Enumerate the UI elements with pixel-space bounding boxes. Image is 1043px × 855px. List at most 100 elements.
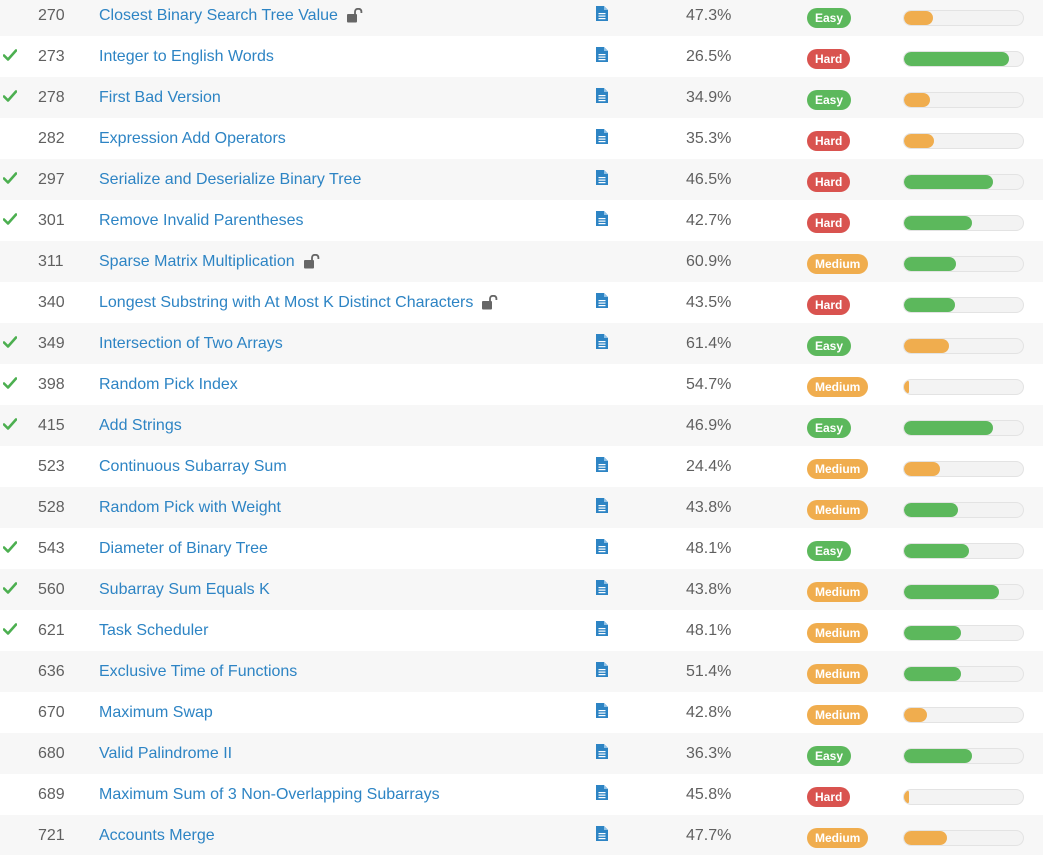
acceptance-rate: 47.7% [686,826,732,844]
document-icon[interactable] [595,784,609,806]
title-cell: First Bad Version [99,77,579,118]
title-cell: Accounts Merge [99,815,579,855]
problem-id: 636 [38,662,65,680]
frequency-bar [903,174,1024,190]
difficulty-badge: Hard [807,172,851,192]
status-cell [0,241,20,282]
frequency-bar-fill [904,257,957,271]
acceptance-rate: 35.3% [686,129,732,147]
acceptance-rate: 48.1% [686,621,732,639]
problem-row-297: 297 Serialize and Deserialize Binary Tre… [0,159,1043,200]
document-icon[interactable] [595,46,609,68]
difficulty-cell: Medium [807,651,877,692]
solution-cell [593,446,611,487]
frequency-bar [903,420,1024,436]
problem-title-link[interactable]: Sparse Matrix Multiplication [99,253,295,271]
problem-title-link[interactable]: Diameter of Binary Tree [99,540,268,558]
solution-cell [593,159,611,200]
check-icon [2,622,18,640]
document-icon[interactable] [595,579,609,601]
acceptance-rate: 34.9% [686,88,732,106]
document-icon[interactable] [595,661,609,683]
frequency-bar [903,830,1024,846]
problem-title-link[interactable]: Accounts Merge [99,827,215,845]
problem-title-link[interactable]: Random Pick Index [99,376,238,394]
title-cell: Integer to English Words [99,36,579,77]
frequency-cell [903,733,1024,774]
problem-title-link[interactable]: Add Strings [99,417,182,435]
document-icon[interactable] [595,825,609,847]
document-icon[interactable] [595,5,609,27]
acceptance-rate: 60.9% [686,252,732,270]
title-cell: Serialize and Deserialize Binary Tree [99,159,579,200]
title-cell: Maximum Sum of 3 Non-Overlapping Subarra… [99,774,579,815]
problem-title-link[interactable]: Integer to English Words [99,48,274,66]
frequency-bar-fill [904,175,994,189]
problem-title-link[interactable]: Random Pick with Weight [99,499,281,517]
problem-id: 680 [38,744,65,762]
problem-title-link[interactable]: Subarray Sum Equals K [99,581,270,599]
solution-cell [593,36,611,77]
document-icon[interactable] [595,620,609,642]
document-icon[interactable] [595,292,609,314]
document-icon[interactable] [595,128,609,150]
difficulty-badge: Medium [807,377,869,397]
solution-cell [593,200,611,241]
check-icon [2,171,18,189]
problem-title-link[interactable]: First Bad Version [99,89,221,107]
solution-cell [593,815,611,855]
document-icon[interactable] [595,210,609,232]
frequency-bar [903,51,1024,67]
frequency-bar [903,92,1024,108]
document-icon[interactable] [595,333,609,355]
difficulty-cell: Easy [807,77,877,118]
problem-id: 528 [38,498,65,516]
status-cell [0,651,20,692]
document-icon[interactable] [595,743,609,765]
problem-title-link[interactable]: Valid Palindrome II [99,745,232,763]
frequency-bar-fill [904,52,1009,66]
problem-title-link[interactable]: Intersection of Two Arrays [99,335,283,353]
acceptance-rate: 26.5% [686,47,732,65]
acceptance-rate: 46.5% [686,170,732,188]
problem-id: 282 [38,129,65,147]
acceptance-rate: 43.8% [686,580,732,598]
frequency-bar [903,789,1024,805]
difficulty-badge: Easy [807,336,852,356]
difficulty-cell: Medium [807,487,877,528]
problem-title-link[interactable]: Continuous Subarray Sum [99,458,287,476]
document-icon[interactable] [595,169,609,191]
problem-title-link[interactable]: Longest Substring with At Most K Distinc… [99,294,473,312]
frequency-bar-fill [904,380,909,394]
check-icon [2,335,18,353]
status-cell [0,200,20,241]
problem-id: 523 [38,457,65,475]
acceptance-rate: 24.4% [686,457,732,475]
document-icon[interactable] [595,497,609,519]
check-icon [2,89,18,107]
document-icon[interactable] [595,87,609,109]
document-icon[interactable] [595,538,609,560]
problem-title-link[interactable]: Maximum Swap [99,704,213,722]
status-cell [0,774,20,815]
problem-title-link[interactable]: Exclusive Time of Functions [99,663,297,681]
frequency-bar [903,297,1024,313]
difficulty-badge: Medium [807,500,869,520]
difficulty-badge: Medium [807,459,869,479]
problem-title-link[interactable]: Remove Invalid Parentheses [99,212,304,230]
status-cell [0,36,20,77]
problem-id: 670 [38,703,65,721]
problem-title-link[interactable]: Closest Binary Search Tree Value [99,7,338,25]
problem-title-link[interactable]: Task Scheduler [99,622,208,640]
difficulty-badge: Easy [807,746,852,766]
frequency-bar [903,215,1024,231]
document-icon[interactable] [595,456,609,478]
status-cell [0,446,20,487]
document-icon[interactable] [595,702,609,724]
frequency-cell [903,815,1024,855]
problem-title-link[interactable]: Expression Add Operators [99,130,286,148]
title-cell: Subarray Sum Equals K [99,569,579,610]
problem-title-link[interactable]: Maximum Sum of 3 Non-Overlapping Subarra… [99,786,440,804]
problem-title-link[interactable]: Serialize and Deserialize Binary Tree [99,171,361,189]
status-cell [0,0,20,36]
